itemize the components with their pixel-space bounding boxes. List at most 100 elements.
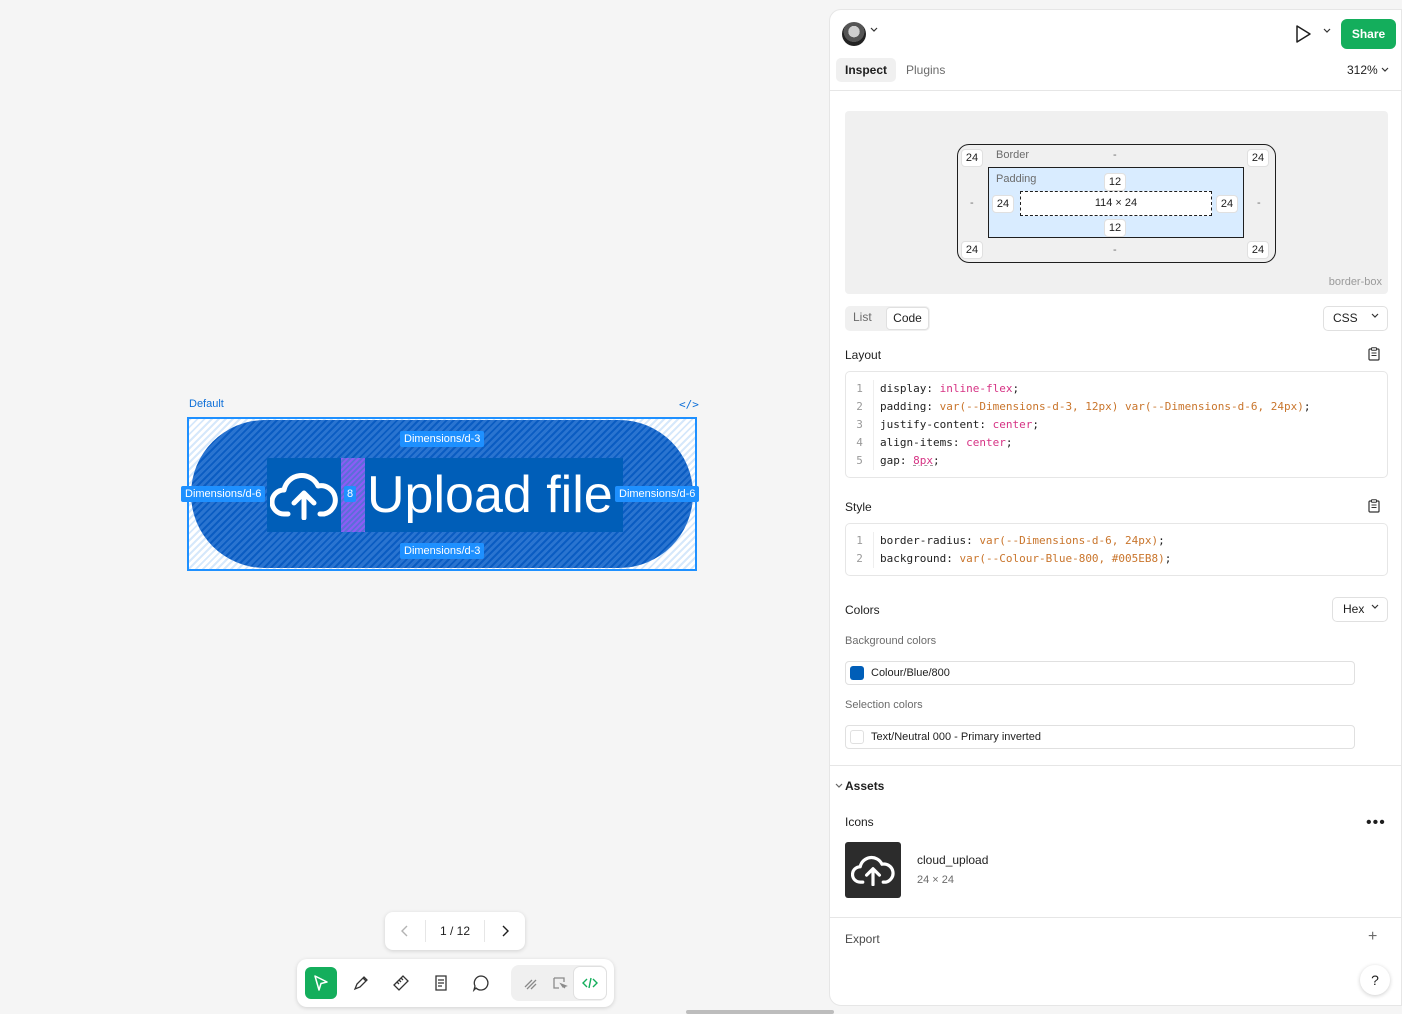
layout-title: Layout: [845, 348, 882, 362]
code-line: 3 justify-content: center;: [846, 416, 1387, 434]
chevron-down-icon: [870, 27, 878, 32]
pen-tool-button[interactable]: [345, 967, 377, 999]
chevron-down-icon: [1371, 313, 1379, 318]
view-code-option[interactable]: Code: [886, 307, 929, 330]
asset-thumbnail[interactable]: [845, 842, 901, 898]
padding-right-value: 24: [1216, 195, 1238, 213]
language-value: CSS: [1333, 311, 1358, 325]
icons-title: Icons: [845, 815, 874, 829]
move-tool-button[interactable]: [305, 967, 337, 999]
measure-padding-right: Dimensions/d-6: [615, 486, 700, 502]
avatar[interactable]: [842, 22, 866, 46]
color-format-select[interactable]: Hex: [1332, 597, 1388, 622]
plus-icon[interactable]: +: [1368, 928, 1377, 946]
box-model-content-size: 114 × 24: [1020, 191, 1212, 216]
button-content: Upload file: [267, 458, 623, 532]
prev-page-button[interactable]: [385, 912, 425, 950]
radius-top-right: 24: [1247, 149, 1269, 167]
tab-inspect[interactable]: Inspect: [836, 58, 897, 82]
padding-left-value: 24: [992, 195, 1014, 213]
component-tool-button[interactable]: [544, 967, 576, 999]
layout-code-block[interactable]: 1 display: inline-flex; 2 padding: var(--D…: [845, 371, 1388, 478]
padding-bottom-value: 12: [1104, 219, 1126, 237]
colors-title: Colors: [845, 603, 880, 617]
code-line: 1 border-radius: var(--Dimensions-d-6, 24…: [846, 532, 1387, 550]
code-icon: [582, 977, 598, 989]
pen-icon: [353, 976, 368, 991]
clipboard-icon[interactable]: [1368, 499, 1380, 513]
ruler-icon: [393, 975, 409, 991]
radius-bottom-right: 24: [1247, 241, 1269, 259]
box-sizing-label: border-box: [1328, 276, 1382, 288]
style-title: Style: [845, 500, 872, 514]
background-color-token[interactable]: Colour/Blue/800: [845, 661, 1355, 685]
code-tag-icon[interactable]: </>: [679, 398, 699, 411]
chevron-down-icon: [1323, 28, 1331, 33]
note-icon: [435, 975, 447, 991]
scribble-icon: [524, 979, 537, 990]
border-left-value: -: [970, 197, 974, 209]
color-swatch: [850, 730, 864, 744]
measure-gap: 8: [344, 486, 357, 502]
border-right-value: -: [1257, 197, 1261, 209]
background-color-name: Colour/Blue/800: [871, 667, 950, 679]
code-line: 1 display: inline-flex;: [846, 380, 1387, 398]
padding-label: Padding: [996, 173, 1037, 185]
asset-size: 24 × 24: [917, 874, 955, 886]
padding-top-value: 12: [1104, 173, 1126, 191]
comment-icon: [472, 975, 489, 992]
border-label: Border: [996, 149, 1030, 161]
border-top-value: -: [1113, 149, 1117, 161]
selection-color-token[interactable]: Text/Neutral 000 - Primary inverted: [845, 725, 1355, 749]
style-code-block[interactable]: 1 border-radius: var(--Dimensions-d-6, 24…: [845, 523, 1388, 576]
selected-button-frame[interactable]: Upload file Dimensions/d-3 Dimensions/d-…: [181, 417, 700, 571]
note-tool-button[interactable]: [425, 967, 457, 999]
measure-padding-bottom: Dimensions/d-3: [400, 543, 485, 559]
comment-tool-button[interactable]: [465, 967, 497, 999]
frame-label[interactable]: Default: [189, 398, 224, 410]
horizontal-scrollbar[interactable]: [686, 1010, 834, 1014]
view-list-option[interactable]: List: [853, 310, 872, 324]
more-icon[interactable]: •••: [1366, 814, 1386, 832]
help-button[interactable]: ?: [1360, 965, 1390, 995]
dev-mode-button[interactable]: [574, 967, 606, 999]
header-divider: [830, 90, 1401, 91]
measure-padding-top: Dimensions/d-3: [400, 431, 485, 447]
inspect-panel: Share Inspect Plugins 312% 114 × 24 Bord…: [829, 9, 1402, 1006]
code-line: 5 gap: 8px;: [846, 452, 1387, 470]
language-select[interactable]: CSS: [1323, 306, 1388, 331]
asset-name: cloud_upload: [917, 853, 989, 867]
page-indicator: 1 / 12: [425, 920, 485, 942]
page-pager: 1 / 12: [385, 912, 525, 950]
chevron-down-icon[interactable]: [835, 783, 843, 789]
zoom-level[interactable]: 312%: [1347, 63, 1378, 77]
play-icon[interactable]: [1294, 24, 1312, 47]
tab-plugins[interactable]: Plugins: [906, 58, 945, 82]
cursor-icon: [314, 975, 328, 991]
selection-colors-title: Selection colors: [845, 699, 923, 711]
color-format-value: Hex: [1343, 602, 1365, 616]
ruler-tool-button[interactable]: [385, 967, 417, 999]
code-line: 2 background: var(--Colour-Blue-800, #005…: [846, 550, 1387, 568]
border-bottom-value: -: [1113, 244, 1117, 256]
box-model-diagram: 114 × 24 Border Padding 24 24 24 24 - - …: [845, 111, 1388, 294]
background-colors-title: Background colors: [845, 635, 937, 647]
color-swatch: [850, 666, 864, 680]
selection-color-name: Text/Neutral 000 - Primary inverted: [871, 731, 1041, 743]
cloud-upload-icon: [267, 458, 341, 532]
chevron-down-icon: [1381, 67, 1389, 72]
button-label: Upload file: [367, 466, 613, 524]
chevron-down-icon: [1371, 604, 1379, 609]
code-line: 4 align-items: center;: [846, 434, 1387, 452]
draw-tool-button[interactable]: [515, 967, 547, 999]
next-page-button[interactable]: [485, 912, 525, 950]
bottom-toolbar: [297, 959, 614, 1007]
chevron-right-icon: [502, 925, 509, 937]
component-icon: [553, 977, 568, 989]
section-divider: [830, 765, 1401, 766]
code-line: 2 padding: var(--Dimensions-d-3, 12px) va…: [846, 398, 1387, 416]
share-button[interactable]: Share: [1341, 19, 1396, 49]
radius-bottom-left: 24: [961, 241, 983, 259]
assets-title[interactable]: Assets: [845, 779, 884, 793]
clipboard-icon[interactable]: [1368, 347, 1380, 361]
